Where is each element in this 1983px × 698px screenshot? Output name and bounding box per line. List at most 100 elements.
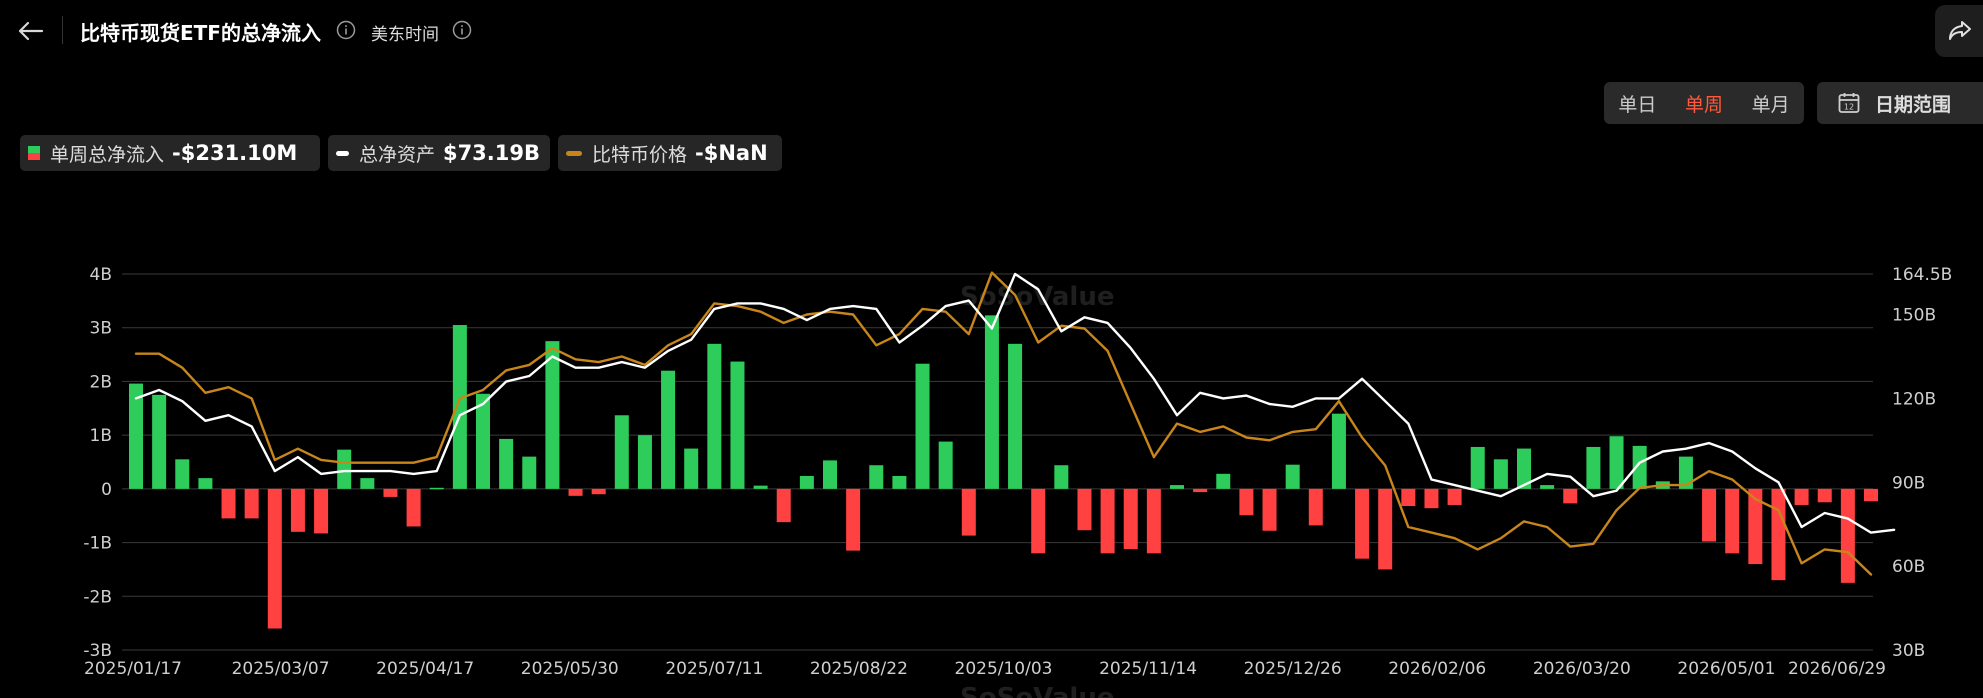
x-tick: 2025/05/30: [521, 659, 619, 679]
x-tick: 2026/02/06: [1388, 659, 1486, 679]
flow-bar: [522, 456, 537, 489]
x-tick: 2026/05/01: [1677, 659, 1775, 679]
left-axis-ticks: 4B 3B 2B 1B 0 -1B -2B -3B: [83, 265, 112, 661]
y-left-tick: 4B: [90, 265, 112, 285]
flow-bar: [1817, 488, 1832, 503]
flow-bar: [406, 488, 421, 527]
y-right-tick: 60B: [1892, 557, 1925, 577]
flow-bar: [360, 478, 375, 489]
flow-bar: [152, 394, 167, 489]
flow-bar: [476, 393, 490, 489]
flow-bar: [614, 415, 629, 489]
flow-bar: [823, 460, 837, 489]
flow-bar: [1355, 488, 1370, 559]
y-right-tick: 90B: [1892, 473, 1925, 493]
flow-bar: [1308, 488, 1323, 526]
x-axis-ticks: 2025/01/17 2025/03/07 2025/04/17 2025/05/30…: [84, 659, 1886, 679]
flow-bar: [1563, 488, 1578, 504]
flow-bar: [1401, 488, 1416, 507]
flow-bar: [938, 441, 953, 489]
flow-bar: [1239, 488, 1254, 516]
flow-bar: [1470, 446, 1485, 489]
flow-bar: [591, 488, 606, 495]
x-tick: 2025/12/26: [1244, 659, 1342, 679]
y-left-tick: 3B: [90, 319, 112, 339]
flow-bar: [383, 488, 398, 497]
y-right-tick: 30B: [1892, 641, 1925, 661]
flow-bar: [1331, 413, 1346, 489]
flow-bar: [661, 370, 676, 489]
flow-bar: [1285, 464, 1300, 489]
price-line: [134, 271, 1873, 576]
flow-bar: [1840, 488, 1855, 583]
flow-bar: [1031, 488, 1046, 554]
x-tick: 2025/10/03: [955, 659, 1053, 679]
flow-bar: [869, 465, 884, 489]
x-tick: 2025/07/11: [665, 659, 763, 679]
flow-bar: [1262, 488, 1277, 531]
flow-bar: [1146, 488, 1161, 554]
flow-bar: [915, 363, 930, 489]
flow-bar: [429, 487, 444, 490]
flow-bar: [452, 325, 467, 489]
flow-bar: [267, 488, 282, 629]
flow-bar: [290, 488, 305, 532]
flow-bar: [1170, 485, 1184, 489]
x-tick: 2025/01/17: [84, 659, 182, 679]
etf-flow-chart[interactable]: SoSoValueSoSoValue 4B3B2B1B0-1B-2B-3B 16…: [0, 0, 1983, 698]
x-tick: 2025/11/14: [1099, 659, 1197, 679]
flow-bar: [1424, 488, 1439, 509]
flow-bar: [707, 343, 722, 489]
flow-bar: [221, 488, 236, 519]
flow-bar: [776, 488, 791, 523]
y-left-tick: -3B: [83, 641, 112, 661]
flow-bar: [1447, 488, 1462, 505]
flow-bar: [175, 459, 190, 489]
flow-bar: [961, 488, 976, 536]
flow-bar: [1077, 488, 1092, 531]
x-tick: 2025/08/22: [810, 659, 908, 679]
flow-bar: [545, 341, 560, 489]
flow-bar: [984, 315, 999, 489]
watermark-text: SoSoValue: [960, 683, 1114, 698]
y-left-tick: -1B: [83, 534, 112, 554]
flow-bar: [1586, 446, 1601, 489]
flow-bar: [568, 488, 583, 496]
flow-bar: [1123, 488, 1138, 550]
flow-bar: [198, 478, 213, 489]
flow-bar: [846, 488, 861, 551]
flow-bar: [337, 449, 352, 489]
flow-bar: [1378, 488, 1393, 570]
flow-bar: [892, 475, 907, 489]
right-axis-ticks: 164.5B 150B 120B 90B 60B 30B: [1892, 265, 1952, 661]
flow-bar: [1540, 485, 1555, 489]
flow-bar: [1794, 488, 1809, 505]
y-left-tick: -2B: [83, 587, 112, 607]
flow-bar: [1216, 473, 1231, 489]
flow-bar: [799, 475, 814, 489]
flow-bar: [730, 361, 745, 489]
flow-bar: [244, 488, 259, 519]
flow-bar: [1008, 343, 1023, 489]
flow-bar: [753, 485, 768, 489]
flow-bar: [499, 438, 514, 489]
flow-bar: [684, 448, 699, 489]
x-tick: 2025/03/07: [232, 659, 330, 679]
flow-bar: [637, 435, 652, 489]
y-right-tick: 150B: [1892, 306, 1936, 326]
flow-bar: [1725, 488, 1740, 554]
x-tick: 2026/03/20: [1533, 659, 1631, 679]
y-right-tick: 120B: [1892, 389, 1936, 409]
flow-bar: [1864, 488, 1878, 502]
flow-bar: [314, 488, 329, 534]
x-tick: 2026/06/29: [1788, 659, 1886, 679]
flow-bar: [1054, 465, 1069, 489]
flow-bar: [1193, 488, 1208, 493]
flow-bar: [1493, 459, 1508, 489]
y-left-tick: 0: [101, 480, 112, 500]
y-left-tick: 2B: [90, 372, 112, 392]
flow-bar: [1100, 488, 1115, 554]
y-left-tick: 1B: [90, 426, 112, 446]
x-tick: 2025/04/17: [376, 659, 474, 679]
y-right-tick: 164.5B: [1892, 265, 1952, 285]
